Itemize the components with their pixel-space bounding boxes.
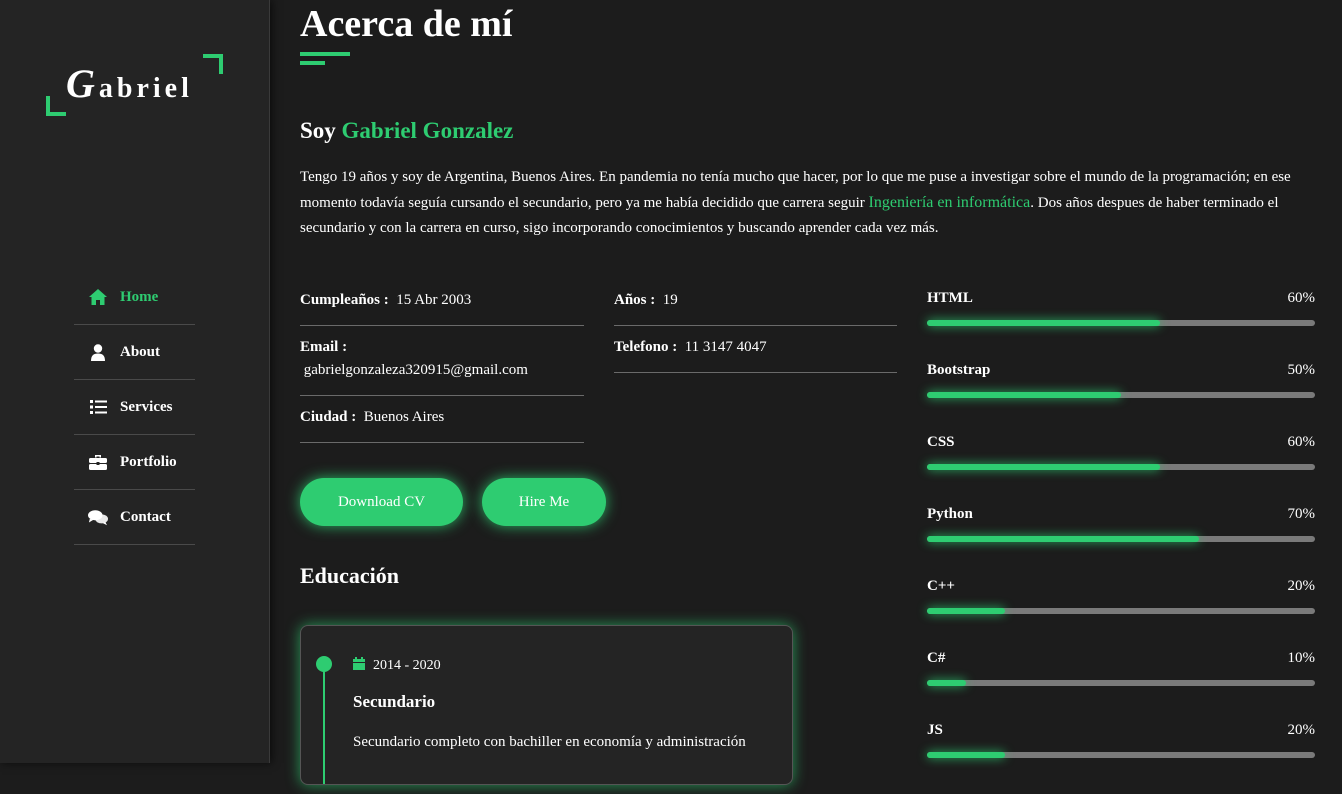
skill-name: Python: [927, 506, 973, 522]
skill-bar-fill: [927, 608, 1005, 614]
skill-cpp: C++ 20%: [927, 578, 1315, 650]
skill-bar-track: [927, 536, 1315, 542]
intro-paragraph: Tengo 19 años y soy de Argentina, Buenos…: [300, 169, 1291, 236]
info-phone: Telefono : 11 3147 4047: [614, 326, 897, 373]
skill-bar-fill: [927, 320, 1160, 326]
intro-name: Gabriel Gonzalez: [341, 118, 514, 143]
logo-corner-top-right: [203, 54, 223, 74]
skill-name: CSS: [927, 434, 955, 450]
download-cv-button[interactable]: Download CV: [300, 478, 463, 526]
skill-bar-track: [927, 392, 1315, 398]
info-email: Email : gabrielgonzaleza320915@gmail.com: [300, 326, 584, 396]
skill-js: JS 20%: [927, 722, 1315, 794]
list-icon: [88, 397, 108, 417]
email-value[interactable]: gabrielgonzaleza320915@gmail.com: [304, 362, 528, 378]
hire-me-button[interactable]: Hire Me: [482, 478, 606, 526]
skill-bar-track: [927, 680, 1315, 686]
title-underline-short: [300, 61, 325, 65]
skill-bar-track: [927, 320, 1315, 326]
user-icon: [88, 342, 108, 362]
skill-percent: 10%: [1287, 650, 1316, 666]
nav-label-portfolio: Portfolio: [120, 453, 177, 470]
skill-python: Python 70%: [927, 506, 1315, 578]
skill-bar-fill: [927, 536, 1199, 542]
education-title: Educación: [300, 563, 400, 588]
nav-label-home: Home: [120, 288, 159, 305]
career-highlight: Ingeniería en informática: [868, 194, 1031, 211]
nav-item-about[interactable]: About: [74, 325, 195, 380]
logo-text: Gabriel: [66, 61, 193, 106]
skill-percent: 70%: [1287, 506, 1316, 522]
skill-percent: 60%: [1287, 434, 1316, 450]
skill-csharp: C# 10%: [927, 650, 1315, 722]
calendar-icon: [353, 657, 373, 675]
info-column-right: Años : 19 Telefono : 11 3147 4047: [614, 279, 897, 373]
skills-list: HTML 60% Bootstrap 50% CSS 60% Python 70…: [927, 290, 1315, 794]
timeline-line: [323, 664, 325, 784]
info-birthday: Cumpleaños : 15 Abr 2003: [300, 279, 584, 326]
skill-bar-track: [927, 608, 1315, 614]
nav-label-contact: Contact: [120, 508, 171, 525]
comments-icon: [88, 507, 108, 527]
intro-heading: Soy Gabriel Gonzalez: [300, 118, 514, 143]
skill-css: CSS 60%: [927, 434, 1315, 506]
nav-item-home[interactable]: Home: [74, 270, 195, 325]
nav-item-services[interactable]: Services: [74, 380, 195, 435]
skill-name: HTML: [927, 290, 973, 306]
info-column-left: Cumpleaños : 15 Abr 2003 Email : gabriel…: [300, 279, 584, 443]
skill-bar-fill: [927, 464, 1160, 470]
briefcase-icon: [88, 452, 108, 472]
skill-percent: 20%: [1287, 722, 1316, 738]
skill-bar-track: [927, 464, 1315, 470]
skill-bar-fill: [927, 680, 966, 686]
education-date: 2014 - 2020: [353, 657, 441, 675]
skill-name: Bootstrap: [927, 362, 991, 378]
education-item-title: Secundario: [353, 692, 436, 711]
education-card: 2014 - 2020 Secundario Secundario comple…: [300, 625, 793, 785]
title-underline: [300, 52, 350, 56]
home-icon: [88, 287, 108, 307]
skill-bootstrap: Bootstrap 50%: [927, 362, 1315, 434]
skill-bar-fill: [927, 752, 1005, 758]
skill-html: HTML 60%: [927, 290, 1315, 362]
skill-percent: 50%: [1287, 362, 1316, 378]
logo[interactable]: Gabriel: [46, 54, 223, 116]
timeline-dot: [316, 656, 332, 672]
education-item-description: Secundario completo con bachiller en eco…: [353, 734, 746, 750]
skill-name: C#: [927, 650, 946, 666]
nav-item-contact[interactable]: Contact: [74, 490, 195, 545]
info-city: Ciudad : Buenos Aires: [300, 396, 584, 443]
skill-bar-track: [927, 752, 1315, 758]
main-nav: Home About Services Portfolio Contact: [74, 270, 195, 545]
sidebar: Gabriel Home About Services Portfolio Co…: [0, 0, 270, 763]
nav-item-portfolio[interactable]: Portfolio: [74, 435, 195, 490]
skill-percent: 20%: [1287, 578, 1316, 594]
skill-name: JS: [927, 722, 943, 738]
page-title: Acerca de mí: [300, 3, 513, 45]
skill-name: C++: [927, 578, 955, 594]
nav-label-services: Services: [120, 398, 173, 415]
info-age: Años : 19: [614, 279, 897, 326]
logo-corner-bottom-left: [46, 96, 66, 116]
skill-bar-fill: [927, 392, 1121, 398]
skill-percent: 60%: [1287, 290, 1316, 306]
nav-label-about: About: [120, 343, 161, 360]
